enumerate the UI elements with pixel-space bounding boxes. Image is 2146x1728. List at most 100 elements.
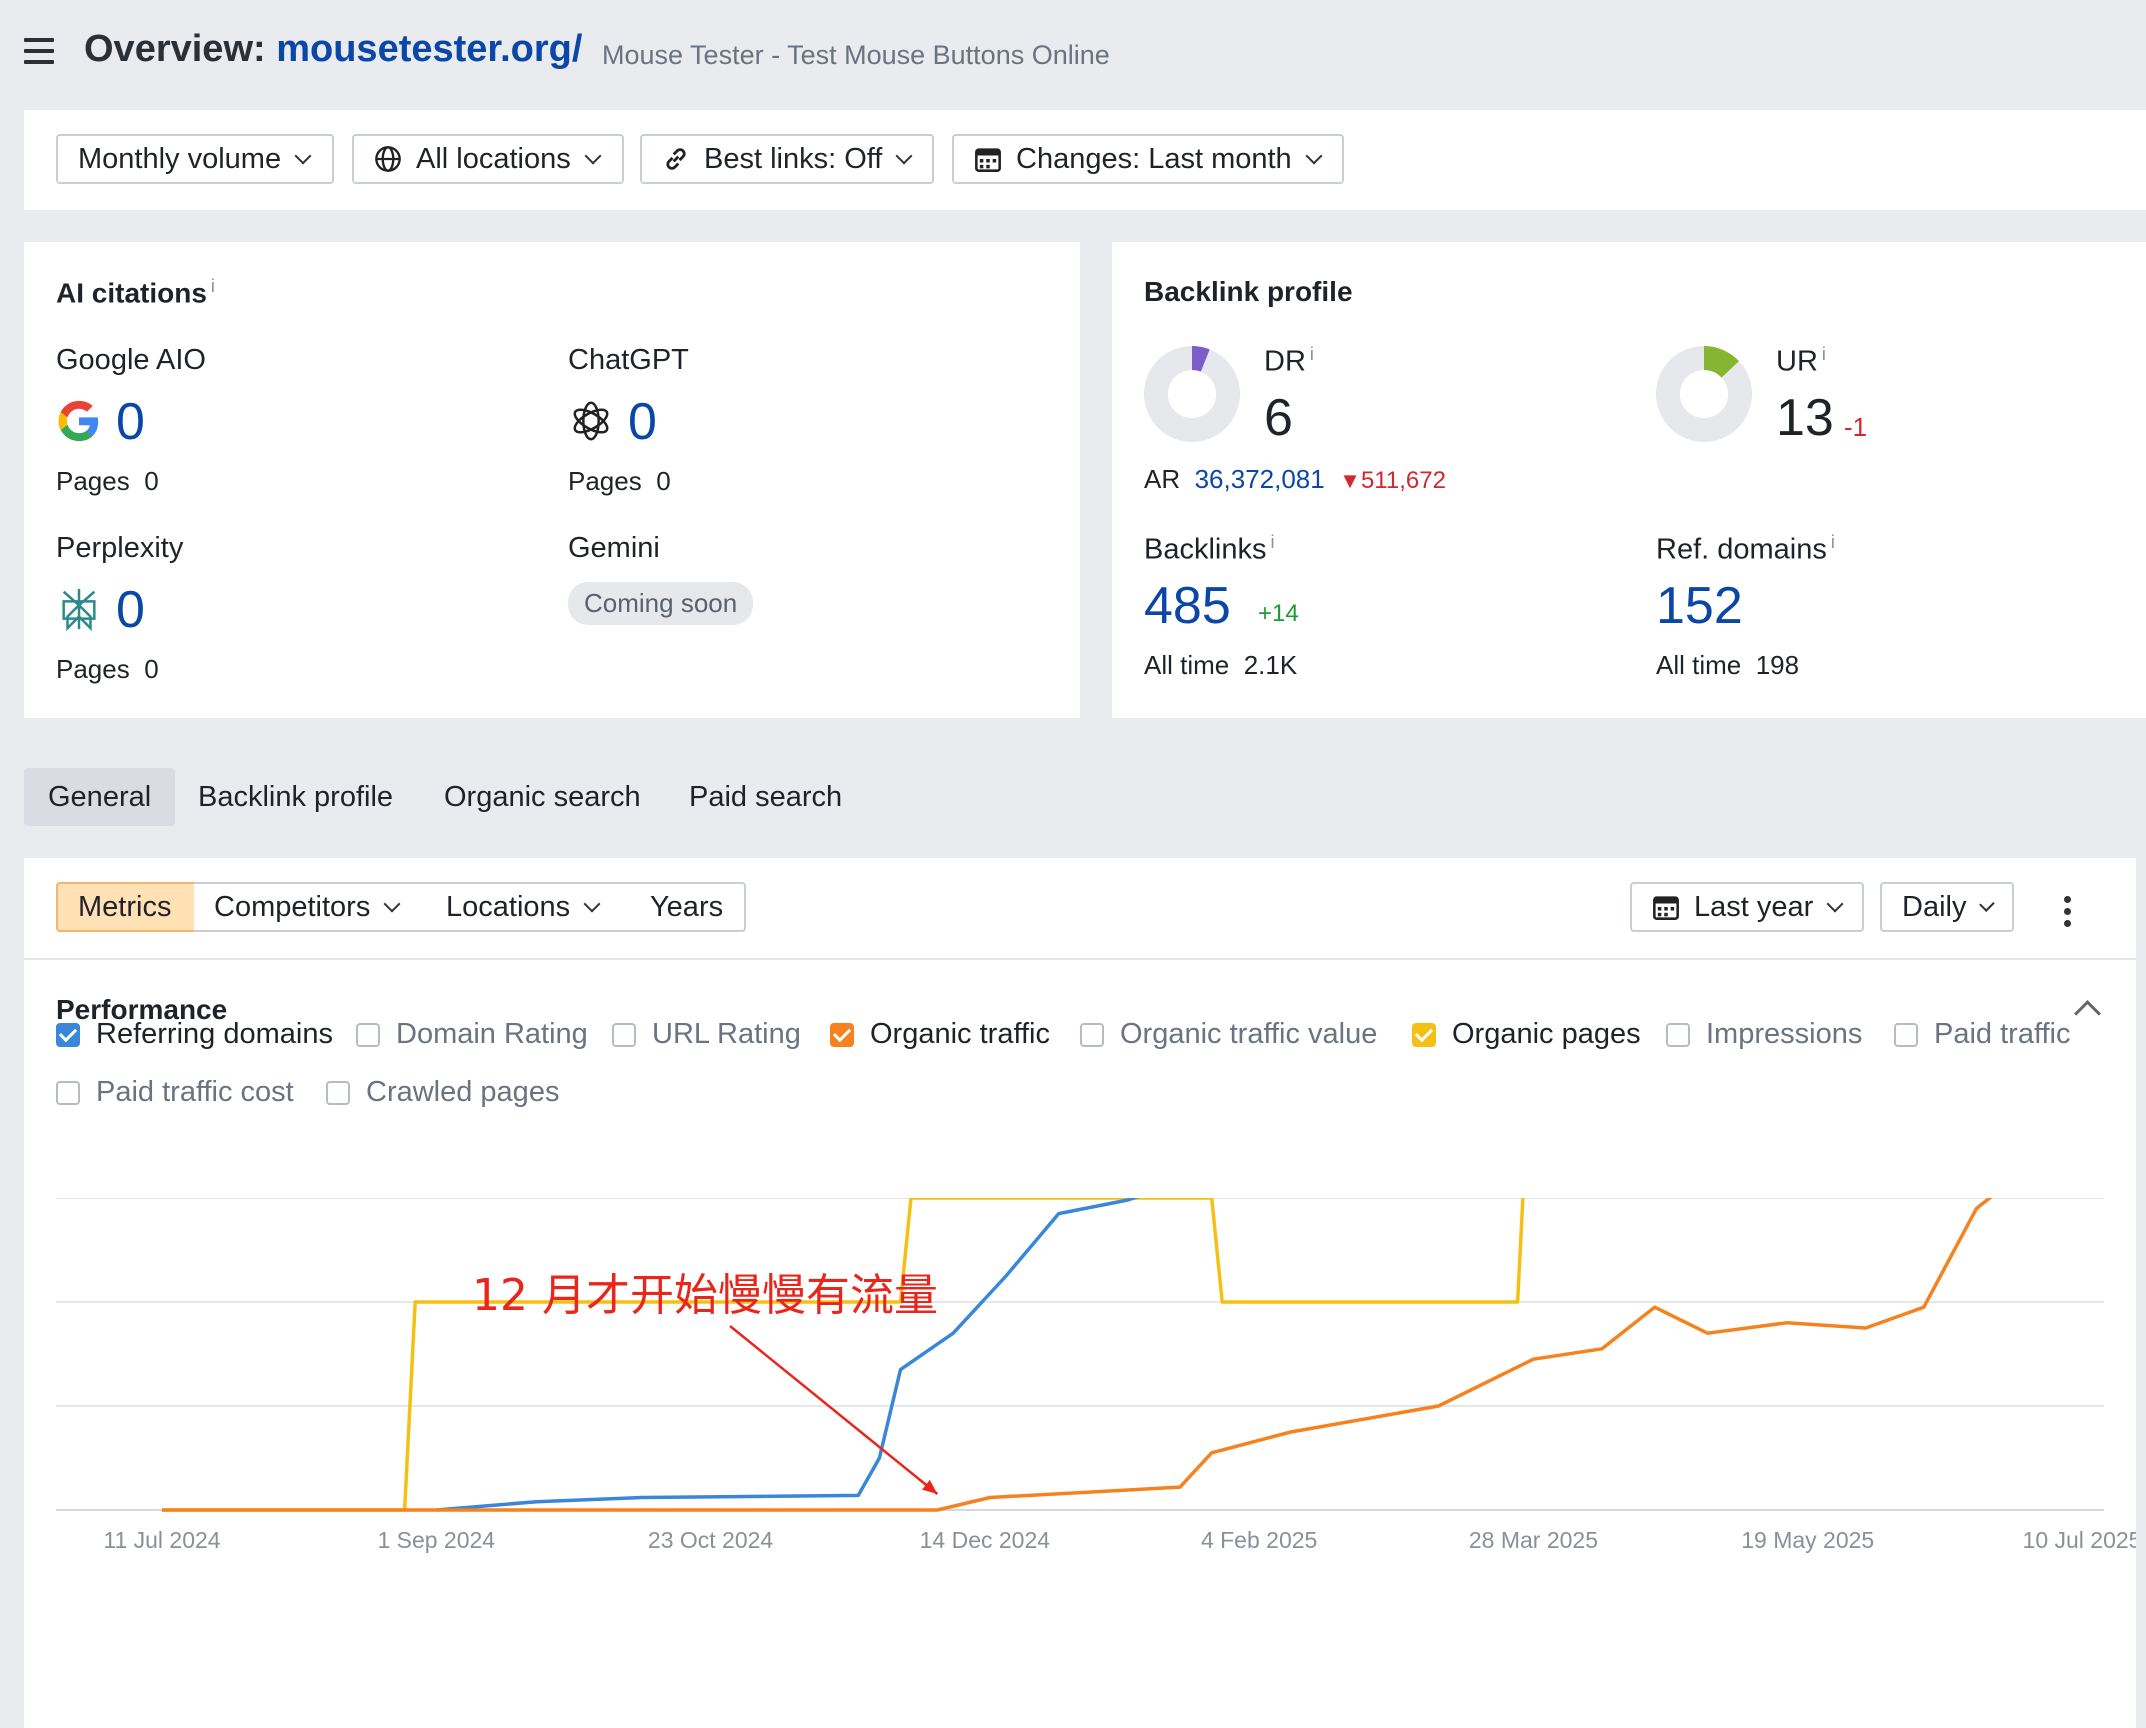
performance-panel: Metrics Competitors Locations Years Last… xyxy=(24,858,2136,1728)
dr-arc xyxy=(1191,346,1210,372)
chart-gridlines xyxy=(56,1198,2104,1511)
locations-dropdown[interactable]: All locations xyxy=(352,134,624,184)
chevron-down-icon xyxy=(1979,895,1995,912)
filter-bar: Monthly volume All locations Best links:… xyxy=(24,110,2146,210)
checkbox-crawled-pages[interactable]: Crawled pages xyxy=(326,1076,559,1109)
more-options-icon[interactable] xyxy=(2064,896,2071,932)
globe-icon xyxy=(375,146,401,172)
target-domain[interactable]: mousetester.org/ xyxy=(276,28,582,70)
series-line-referring-domains xyxy=(436,1198,1140,1512)
checkbox-label: Paid traffic xyxy=(1934,1018,2071,1050)
best-links-label: Best links: Off xyxy=(704,142,883,175)
x-tick-label: 11 Jul 2024 xyxy=(103,1527,220,1553)
hamburger-menu-icon[interactable] xyxy=(24,38,54,64)
tab-organic-search[interactable]: Organic search xyxy=(420,768,665,826)
metrics-button[interactable]: Metrics xyxy=(56,882,196,932)
checkbox-unchecked-icon[interactable] xyxy=(56,1080,80,1105)
x-tick-label: 1 Sep 2024 xyxy=(377,1527,495,1553)
ur-arc xyxy=(1703,346,1739,379)
chatgpt-value[interactable]: 0 xyxy=(628,396,657,448)
toolbar-divider xyxy=(24,958,2136,960)
checkbox-paid-traffic-cost[interactable]: Paid traffic cost xyxy=(56,1076,294,1109)
checkbox-unchecked-icon[interactable] xyxy=(1894,1022,1918,1047)
ar-value: 36,372,081 xyxy=(1194,464,1325,494)
checkbox-unchecked-icon[interactable] xyxy=(612,1022,636,1047)
x-tick-label: 14 Dec 2024 xyxy=(920,1527,1051,1553)
google-aio-label: Google AIO xyxy=(56,344,206,376)
info-icon[interactable]: i xyxy=(1310,344,1314,364)
checkbox-paid-traffic[interactable]: Paid traffic xyxy=(1894,1018,2070,1051)
perplexity-icon xyxy=(62,588,96,632)
ur-donut-chart xyxy=(1656,346,1752,442)
calendar-icon xyxy=(975,148,1001,172)
checkbox-label: Referring domains xyxy=(96,1018,333,1050)
info-icon[interactable]: i xyxy=(1822,344,1826,364)
years-button[interactable]: Years xyxy=(630,882,746,932)
ai-citations-title: AI citations i xyxy=(56,276,215,309)
checkbox-url-rating[interactable]: URL Rating xyxy=(612,1018,801,1051)
volume-dropdown[interactable]: Monthly volume xyxy=(56,134,334,184)
chevron-down-icon xyxy=(1826,895,1844,912)
checkbox-domain-rating[interactable]: Domain Rating xyxy=(356,1018,588,1051)
info-icon[interactable]: i xyxy=(211,276,215,296)
backlink-profile-card: Backlink profile DR i 6 UR i 13 -1 AR 36,3… xyxy=(1112,242,2146,718)
checkbox-organic-traffic[interactable]: Organic traffic xyxy=(830,1018,1050,1051)
x-tick-label: 4 Feb 2025 xyxy=(1201,1527,1317,1553)
checkbox-label: URL Rating xyxy=(652,1018,801,1050)
backlinks-value[interactable]: 485 xyxy=(1144,580,1231,632)
x-tick-label: 23 Oct 2024 xyxy=(648,1527,774,1553)
checkbox-unchecked-icon[interactable] xyxy=(356,1022,380,1047)
perplexity-label: Perplexity xyxy=(56,532,184,564)
calendar-icon xyxy=(1653,896,1679,920)
chevron-up-icon[interactable] xyxy=(2074,1000,2101,1027)
checkbox-checked-icon[interactable] xyxy=(56,1022,80,1047)
competitors-dropdown[interactable]: Competitors xyxy=(194,882,428,932)
checkbox-organic-traffic-value[interactable]: Organic traffic value xyxy=(1080,1018,1377,1051)
ref-domains-alltime: All time 198 xyxy=(1656,650,1800,680)
checkbox-impressions[interactable]: Impressions xyxy=(1666,1018,1862,1051)
x-axis-labels: 11 Jul 2024 1 Sep 2024 23 Oct 2024 14 Dec 2… xyxy=(103,1527,2136,1553)
coming-soon-badge: Coming soon xyxy=(568,582,754,625)
ur-change: -1 xyxy=(1844,412,1868,442)
granularity-dropdown[interactable]: Daily xyxy=(1880,882,2014,932)
annotation-arrow xyxy=(729,1325,939,1495)
locations-segment-dropdown[interactable]: Locations xyxy=(426,882,632,932)
tab-paid-search[interactable]: Paid search xyxy=(665,768,866,826)
checkbox-referring-domains[interactable]: Referring domains xyxy=(56,1018,333,1051)
checkbox-label: Domain Rating xyxy=(396,1018,588,1050)
google-icon xyxy=(58,400,99,442)
info-icon[interactable]: i xyxy=(1271,532,1275,552)
chevron-down-icon xyxy=(1305,147,1323,164)
checkbox-organic-pages[interactable]: Organic pages xyxy=(1412,1018,1641,1051)
checkbox-checked-icon[interactable] xyxy=(830,1022,854,1047)
chevron-down-icon xyxy=(895,147,913,164)
best-links-dropdown[interactable]: Best links: Off xyxy=(640,134,934,184)
changes-dropdown[interactable]: Changes: Last month xyxy=(952,134,1344,184)
ur-label: UR i xyxy=(1776,344,1826,378)
google-aio-value[interactable]: 0 xyxy=(116,396,145,448)
volume-label: Monthly volume xyxy=(78,142,282,175)
checkbox-unchecked-icon[interactable] xyxy=(1080,1022,1104,1047)
ai-citations-card: AI citations i Google AIO 0 Pages 0 ChatG… xyxy=(24,242,1080,718)
ar-change: 511,672 xyxy=(1360,467,1446,494)
ur-value: 13 xyxy=(1776,389,1834,447)
chevron-down-icon xyxy=(294,147,312,164)
checkbox-unchecked-icon[interactable] xyxy=(1666,1022,1690,1047)
series-line-organic-traffic xyxy=(162,1198,1993,1512)
checkbox-unchecked-icon[interactable] xyxy=(326,1080,350,1105)
dr-value: 6 xyxy=(1264,389,1293,447)
perplexity-value[interactable]: 0 xyxy=(116,584,145,636)
period-dropdown[interactable]: Last year xyxy=(1630,882,1864,932)
chatgpt-icon xyxy=(573,401,609,441)
chart-series xyxy=(162,1198,1993,1512)
tab-general[interactable]: General xyxy=(24,768,176,826)
chatgpt-pages: Pages 0 xyxy=(568,466,671,496)
chevron-down-icon xyxy=(583,895,601,912)
ref-domains-value[interactable]: 152 xyxy=(1656,580,1743,632)
gemini-label: Gemini xyxy=(568,532,660,564)
changes-label: Changes: Last month xyxy=(1016,142,1292,175)
info-icon[interactable]: i xyxy=(1831,532,1835,552)
tab-backlink-profile[interactable]: Backlink profile xyxy=(174,768,417,826)
checkbox-label: Crawled pages xyxy=(366,1076,560,1108)
checkbox-checked-icon[interactable] xyxy=(1412,1022,1436,1047)
